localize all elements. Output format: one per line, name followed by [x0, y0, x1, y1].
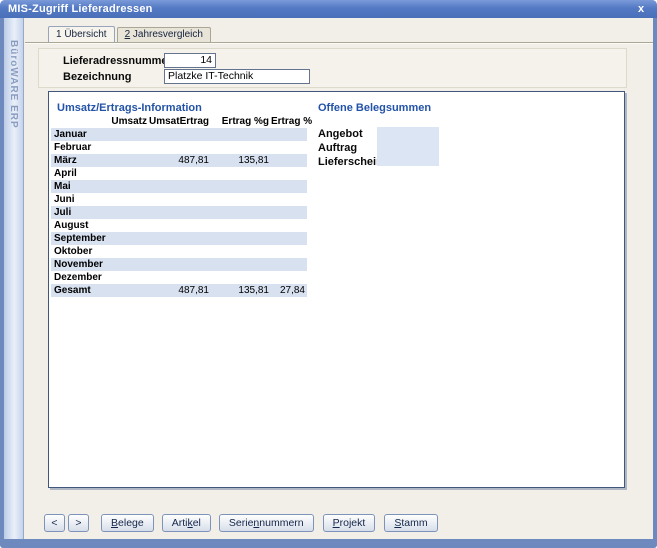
table-row: Mai	[51, 180, 307, 193]
window-titlebar: MIS-Zugriff Lieferadressen x	[0, 0, 657, 18]
table-row: September	[51, 232, 307, 245]
projekt-button[interactable]: Projekt	[323, 514, 376, 532]
col-umsatertrag: UmsatErtrag	[149, 116, 211, 128]
table-row: Januar	[51, 128, 307, 141]
tab-bar: 1 Übersicht 2 Jahresvergleich	[48, 26, 211, 42]
tab-divider	[25, 42, 653, 44]
belege-labels: Angebot Auftrag Lieferschein	[318, 127, 383, 169]
belege-section-title: Offene Belegsummen	[318, 102, 431, 114]
table-row: Februar	[51, 141, 307, 154]
table-header-row: Umsatz UmsatErtrag Ertrag %g Ertrag %	[51, 116, 307, 128]
table-row: August	[51, 219, 307, 232]
artikel-button[interactable]: Artikel	[162, 514, 211, 532]
table-row-gesamt: Gesamt487,81135,8127,84	[51, 284, 307, 297]
table-row: Juli	[51, 206, 307, 219]
lieferschein-label: Lieferschein	[318, 155, 383, 169]
umsatz-section-title: Umsatz/Ertrags-Information	[57, 102, 202, 114]
seriennummern-button[interactable]: Seriennummern	[219, 514, 314, 532]
tab-jahresvergleich[interactable]: 2 Jahresvergleich	[117, 27, 211, 42]
table-row: April	[51, 167, 307, 180]
bezeichnung-field[interactable]: Platzke IT-Technik	[164, 69, 310, 84]
col-ertrag-p: Ertrag %	[271, 116, 307, 128]
address-form-panel: Lieferadressnummer 14 Bezeichnung Platzk…	[38, 48, 627, 88]
angebot-label: Angebot	[318, 127, 383, 141]
col-umsatz: Umsatz	[111, 116, 149, 128]
col-ertrag-pg: Ertrag %g	[211, 116, 271, 128]
belege-button[interactable]: Belege	[101, 514, 154, 532]
umsatz-table: Umsatz UmsatErtrag Ertrag %g Ertrag % Ja…	[51, 116, 307, 297]
window-title: MIS-Zugriff Lieferadressen	[8, 3, 153, 15]
table-row: Juni	[51, 193, 307, 206]
next-button[interactable]: >	[68, 514, 89, 532]
auftrag-label: Auftrag	[318, 141, 383, 155]
tab-uebersicht[interactable]: 1 Übersicht	[48, 26, 115, 42]
bottom-toolbar: < > Belege Artikel Seriennummern Projekt…	[44, 514, 438, 532]
table-row: Dezember	[51, 271, 307, 284]
table-row: März487,81135,81	[51, 154, 307, 167]
brand-label: BüroWARE ERP	[8, 40, 19, 129]
window-body: BüroWARE ERP 1 Übersicht 2 Jahresverglei…	[4, 18, 653, 539]
close-icon[interactable]: x	[633, 3, 649, 15]
overview-panel: Umsatz/Ertrags-Information Umsatz UmsatE…	[48, 91, 625, 488]
belege-sums-box	[377, 127, 439, 166]
table-row: Oktober	[51, 245, 307, 258]
brand-sidebar: BüroWARE ERP	[4, 18, 24, 539]
table-row: November	[51, 258, 307, 271]
stamm-button[interactable]: Stamm	[384, 514, 437, 532]
lieferadressnummer-field[interactable]: 14	[164, 53, 216, 68]
lieferadressnummer-label: Lieferadressnummer	[63, 55, 172, 67]
prev-button[interactable]: <	[44, 514, 65, 532]
app-window: MIS-Zugriff Lieferadressen x BüroWARE ER…	[0, 0, 657, 548]
bezeichnung-label: Bezeichnung	[63, 71, 131, 83]
